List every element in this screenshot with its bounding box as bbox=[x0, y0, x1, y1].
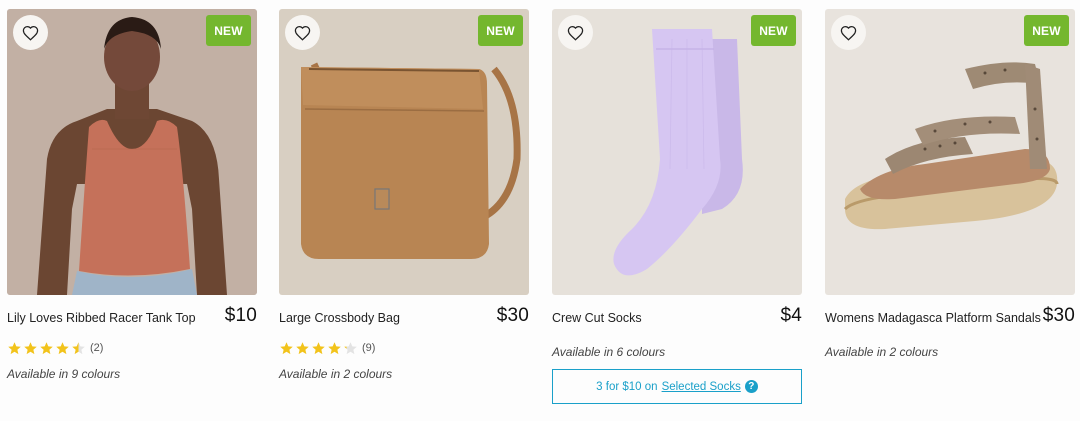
product-image[interactable]: NEW bbox=[279, 9, 529, 295]
favourite-button[interactable] bbox=[285, 15, 320, 50]
product-photo-crossbody-bag bbox=[279, 9, 529, 295]
favourite-button[interactable] bbox=[13, 15, 48, 50]
star-icon bbox=[328, 341, 341, 354]
product-image[interactable]: NEW bbox=[7, 9, 257, 295]
product-card[interactable]: NEW Womens Madagasca Platform Sandals $3… bbox=[825, 9, 1075, 359]
star-icon bbox=[24, 341, 37, 354]
star-icon bbox=[280, 341, 293, 354]
product-rating[interactable]: (9) bbox=[279, 338, 529, 358]
new-badge: NEW bbox=[206, 15, 251, 46]
product-name[interactable]: Lily Loves Ribbed Racer Tank Top bbox=[7, 311, 196, 325]
product-price: $4 bbox=[780, 305, 802, 326]
product-price: $30 bbox=[1042, 305, 1075, 326]
product-photo-tank-top bbox=[7, 9, 257, 295]
star-icon bbox=[312, 341, 325, 354]
heart-outline-icon bbox=[840, 25, 857, 41]
product-card[interactable]: NEW Lily Loves Ribbed Racer Tank Top $10… bbox=[7, 9, 257, 381]
product-name[interactable]: Large Crossbody Bag bbox=[279, 311, 400, 325]
colour-availability: Available in 9 colours bbox=[7, 367, 121, 381]
promo-banner[interactable]: 3 for $10 on Selected Socks ? bbox=[552, 369, 802, 404]
product-price: $10 bbox=[224, 305, 257, 326]
question-circle-icon[interactable]: ? bbox=[744, 380, 758, 393]
product-card[interactable]: NEW Large Crossbody Bag $30 (9) Availabl… bbox=[279, 9, 529, 381]
product-image[interactable]: NEW bbox=[552, 9, 802, 295]
review-count: (2) bbox=[90, 342, 104, 354]
star-half-icon bbox=[72, 341, 85, 354]
product-rating[interactable]: (2) bbox=[7, 338, 257, 358]
product-price: $30 bbox=[496, 305, 529, 326]
heart-outline-icon bbox=[294, 25, 311, 41]
new-badge: NEW bbox=[751, 15, 796, 46]
colour-availability: Available in 6 colours bbox=[552, 345, 666, 359]
star-icon bbox=[296, 341, 309, 354]
product-name[interactable]: Womens Madagasca Platform Sandals bbox=[825, 311, 1041, 325]
star-icon bbox=[40, 341, 53, 354]
colour-availability: Available in 2 colours bbox=[825, 345, 939, 359]
promo-text: 3 for $10 on bbox=[596, 380, 658, 393]
product-photo-socks bbox=[552, 9, 802, 295]
product-photo-sandals bbox=[825, 9, 1075, 295]
product-name[interactable]: Crew Cut Socks bbox=[552, 311, 642, 325]
favourite-button[interactable] bbox=[558, 15, 593, 50]
star-empty-icon bbox=[344, 341, 357, 354]
heart-outline-icon bbox=[567, 25, 584, 41]
new-badge: NEW bbox=[478, 15, 523, 46]
favourite-button[interactable] bbox=[831, 15, 866, 50]
heart-outline-icon bbox=[22, 25, 39, 41]
star-icon bbox=[8, 341, 21, 354]
promo-link[interactable]: Selected Socks bbox=[662, 381, 741, 393]
product-image[interactable]: NEW bbox=[825, 9, 1075, 295]
star-icon bbox=[56, 341, 69, 354]
colour-availability: Available in 2 colours bbox=[279, 367, 393, 381]
review-count: (9) bbox=[362, 342, 376, 354]
new-badge: NEW bbox=[1024, 15, 1069, 46]
product-card[interactable]: NEW Crew Cut Socks $4 Available in 6 col… bbox=[552, 9, 802, 404]
